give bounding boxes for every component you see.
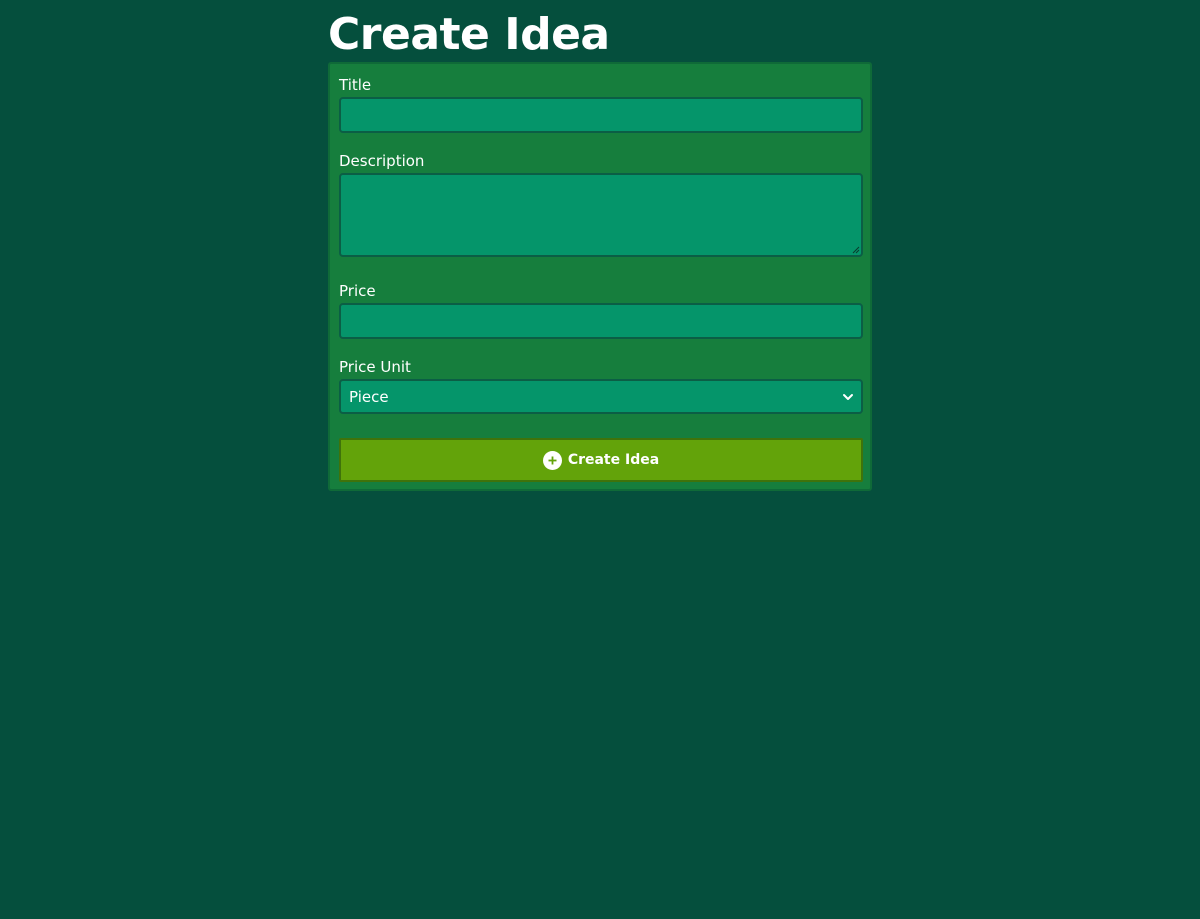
price-unit-selected-value: Piece	[349, 388, 389, 406]
description-label: Description	[339, 152, 425, 170]
title-label: Title	[339, 76, 372, 94]
title-input[interactable]	[339, 97, 863, 133]
description-textarea[interactable]	[339, 173, 863, 257]
chevron-down-icon	[843, 394, 853, 400]
create-idea-button-label: Create Idea	[567, 452, 660, 468]
price-label: Price	[339, 282, 376, 300]
page-title: Create Idea	[328, 9, 610, 60]
page-container: Create Idea Title Description Price Pric…	[328, 0, 872, 491]
price-unit-select[interactable]: Piece	[339, 379, 863, 414]
create-idea-button[interactable]: Create Idea	[339, 438, 863, 482]
create-idea-form: Title Description Price Price Unit Piece	[328, 62, 872, 491]
plus-circle-icon	[542, 450, 562, 470]
price-unit-label: Price Unit	[339, 358, 411, 376]
price-input[interactable]	[339, 303, 863, 339]
resize-handle-icon[interactable]	[851, 245, 860, 254]
